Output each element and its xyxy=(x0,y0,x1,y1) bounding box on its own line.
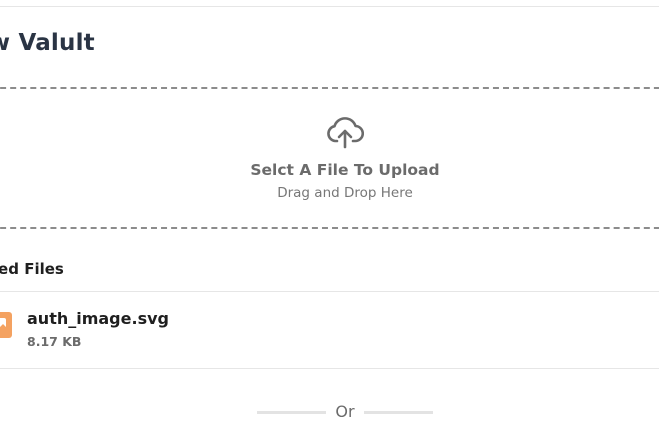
modal-title: ew Valult xyxy=(0,30,95,56)
files-divider-bottom xyxy=(0,368,659,369)
file-dropzone[interactable] xyxy=(0,87,659,229)
image-file-icon xyxy=(0,312,12,338)
file-size: 8.17 KB xyxy=(27,334,82,349)
selected-files-heading: cted Files xyxy=(0,260,64,278)
top-divider xyxy=(0,6,659,7)
upload-modal: ew Valult Selct A File To Upload Drag an… xyxy=(0,0,659,427)
file-name: auth_image.svg xyxy=(27,309,169,328)
upload-title: Selct A File To Upload xyxy=(250,161,440,179)
or-divider-label: Or xyxy=(335,402,355,421)
cloud-upload-icon xyxy=(327,117,364,149)
file-item: auth_image.svg 8.17 KB xyxy=(0,292,659,368)
or-divider-line-left xyxy=(257,411,326,414)
or-divider-line-right xyxy=(364,411,433,414)
upload-subtitle: Drag and Drop Here xyxy=(277,185,413,201)
